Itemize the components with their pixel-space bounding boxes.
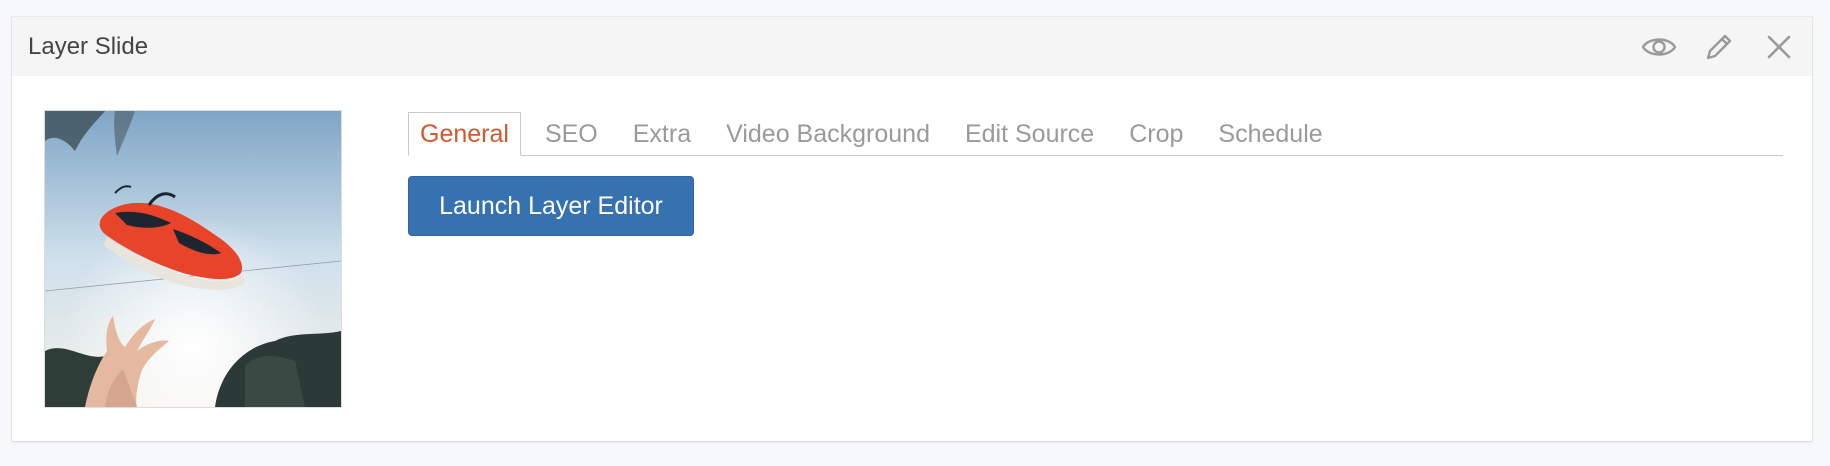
slide-thumbnail <box>44 110 342 408</box>
edit-button[interactable] <box>1700 29 1738 65</box>
launch-layer-editor-button[interactable]: Launch Layer Editor <box>408 176 694 236</box>
tab-general[interactable]: General <box>408 112 521 156</box>
pencil-icon <box>1703 31 1735 63</box>
tab-bar: General SEO Extra Video Background Edit … <box>408 112 1783 156</box>
tab-extra[interactable]: Extra <box>622 113 702 155</box>
panel-header: Layer Slide <box>12 17 1812 76</box>
close-button[interactable] <box>1760 29 1798 65</box>
tab-crop[interactable]: Crop <box>1118 113 1194 155</box>
eye-icon <box>1641 34 1677 60</box>
panel-title: Layer Slide <box>28 33 149 60</box>
tab-seo[interactable]: SEO <box>534 113 609 155</box>
tab-schedule[interactable]: Schedule <box>1207 113 1333 155</box>
tab-edit-source[interactable]: Edit Source <box>954 113 1105 155</box>
close-icon <box>1765 33 1793 61</box>
preview-button[interactable] <box>1640 29 1678 65</box>
header-actions <box>1618 29 1798 65</box>
slide-thumbnail-image <box>45 111 341 407</box>
layer-slide-panel: Layer Slide General SEO Extra Video Back… <box>12 17 1812 441</box>
tab-video-background[interactable]: Video Background <box>715 113 941 155</box>
